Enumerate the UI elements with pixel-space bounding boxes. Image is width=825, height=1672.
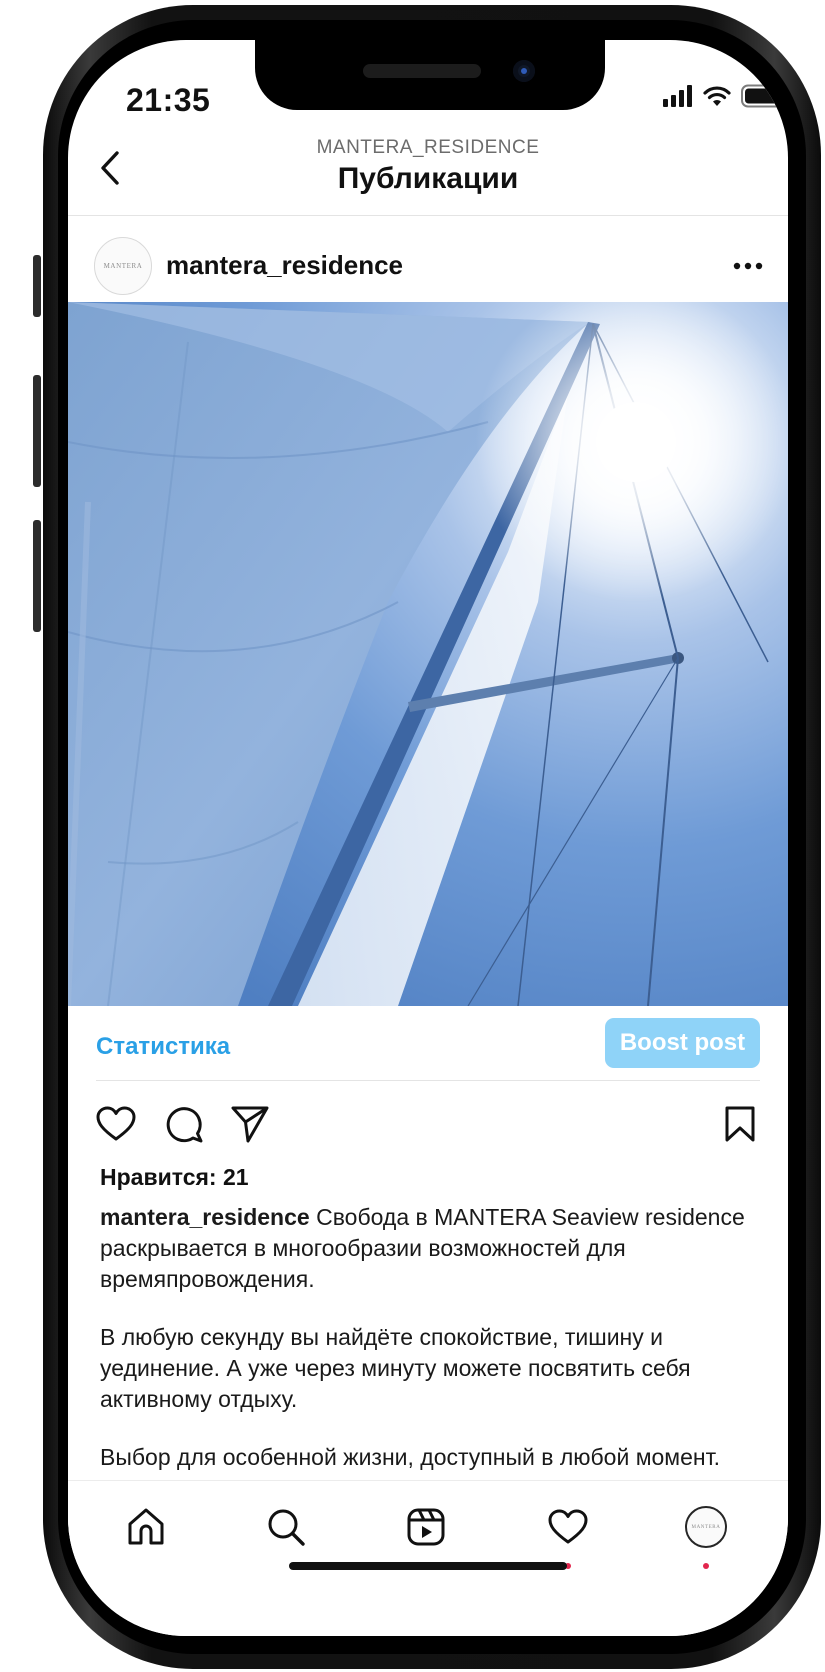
page-title: Публикации [337,162,519,195]
post-username[interactable]: mantera_residence [166,250,403,281]
share-button[interactable] [228,1102,272,1146]
avatar-logo-text: MANTERA [103,262,143,270]
profile-avatar-logo-text: MANTERA [691,1524,721,1530]
nav-profile[interactable]: MANTERA [680,1501,732,1553]
share-icon [231,1106,269,1143]
nav-reels[interactable] [400,1501,452,1553]
activity-heart-icon [548,1509,588,1544]
battery-icon [741,84,786,108]
insights-link[interactable]: Статистика [96,1033,230,1061]
save-button[interactable] [718,1102,762,1146]
wifi-icon [703,86,731,106]
status-time: 21:35 [126,82,211,118]
likes-count: Нравится: 21 [100,1164,249,1190]
home-indicator[interactable] [289,1562,567,1570]
like-button[interactable] [94,1102,138,1146]
bottom-navigation: MANTERA [68,1480,788,1636]
comment-button[interactable] [162,1102,206,1146]
nav-search[interactable] [260,1501,312,1553]
boost-post-button[interactable]: Boost post [605,1018,760,1068]
profile-notification-dot [703,1563,709,1569]
volume-down-button [33,520,41,632]
notch [255,40,605,110]
nav-activity[interactable] [542,1501,594,1553]
more-horizontal-icon [733,262,763,270]
post-caption: mantera_residence Свобода в MANTERA Seav… [100,1202,772,1500]
reels-icon [407,1508,445,1546]
profile-avatar: MANTERA [685,1506,727,1548]
heart-icon [96,1106,136,1141]
caption-paragraph-3: Выбор для особенной жизни, доступный в л… [100,1444,720,1470]
post-image[interactable] [68,302,788,1006]
account-label: MANTERA_RESIDENCE [316,137,540,158]
silent-switch [33,255,41,317]
phone-screen: 21:35 MANTERA_RESIDENCE Публикации MANTE… [68,40,788,1636]
sail-photo [68,302,788,1006]
speaker [363,64,481,78]
post-avatar[interactable]: MANTERA [94,237,152,295]
cellular-signal-icon [663,85,692,107]
caption-username[interactable]: mantera_residence [100,1204,310,1230]
nav-home[interactable] [120,1501,172,1553]
bookmark-icon [725,1106,755,1142]
more-options-button[interactable] [726,248,770,284]
stats-divider [96,1080,760,1081]
comment-icon [166,1107,203,1143]
home-icon [128,1508,164,1545]
status-icons [663,84,787,108]
search-icon [268,1509,305,1546]
caption-paragraph-1: mantera_residence Свобода в MANTERA Seav… [100,1202,772,1295]
front-camera [513,60,535,82]
caption-paragraph-2: В любую секунду вы найдёте спокойствие, … [100,1324,691,1412]
volume-up-button [33,375,41,487]
header-divider [68,215,788,216]
